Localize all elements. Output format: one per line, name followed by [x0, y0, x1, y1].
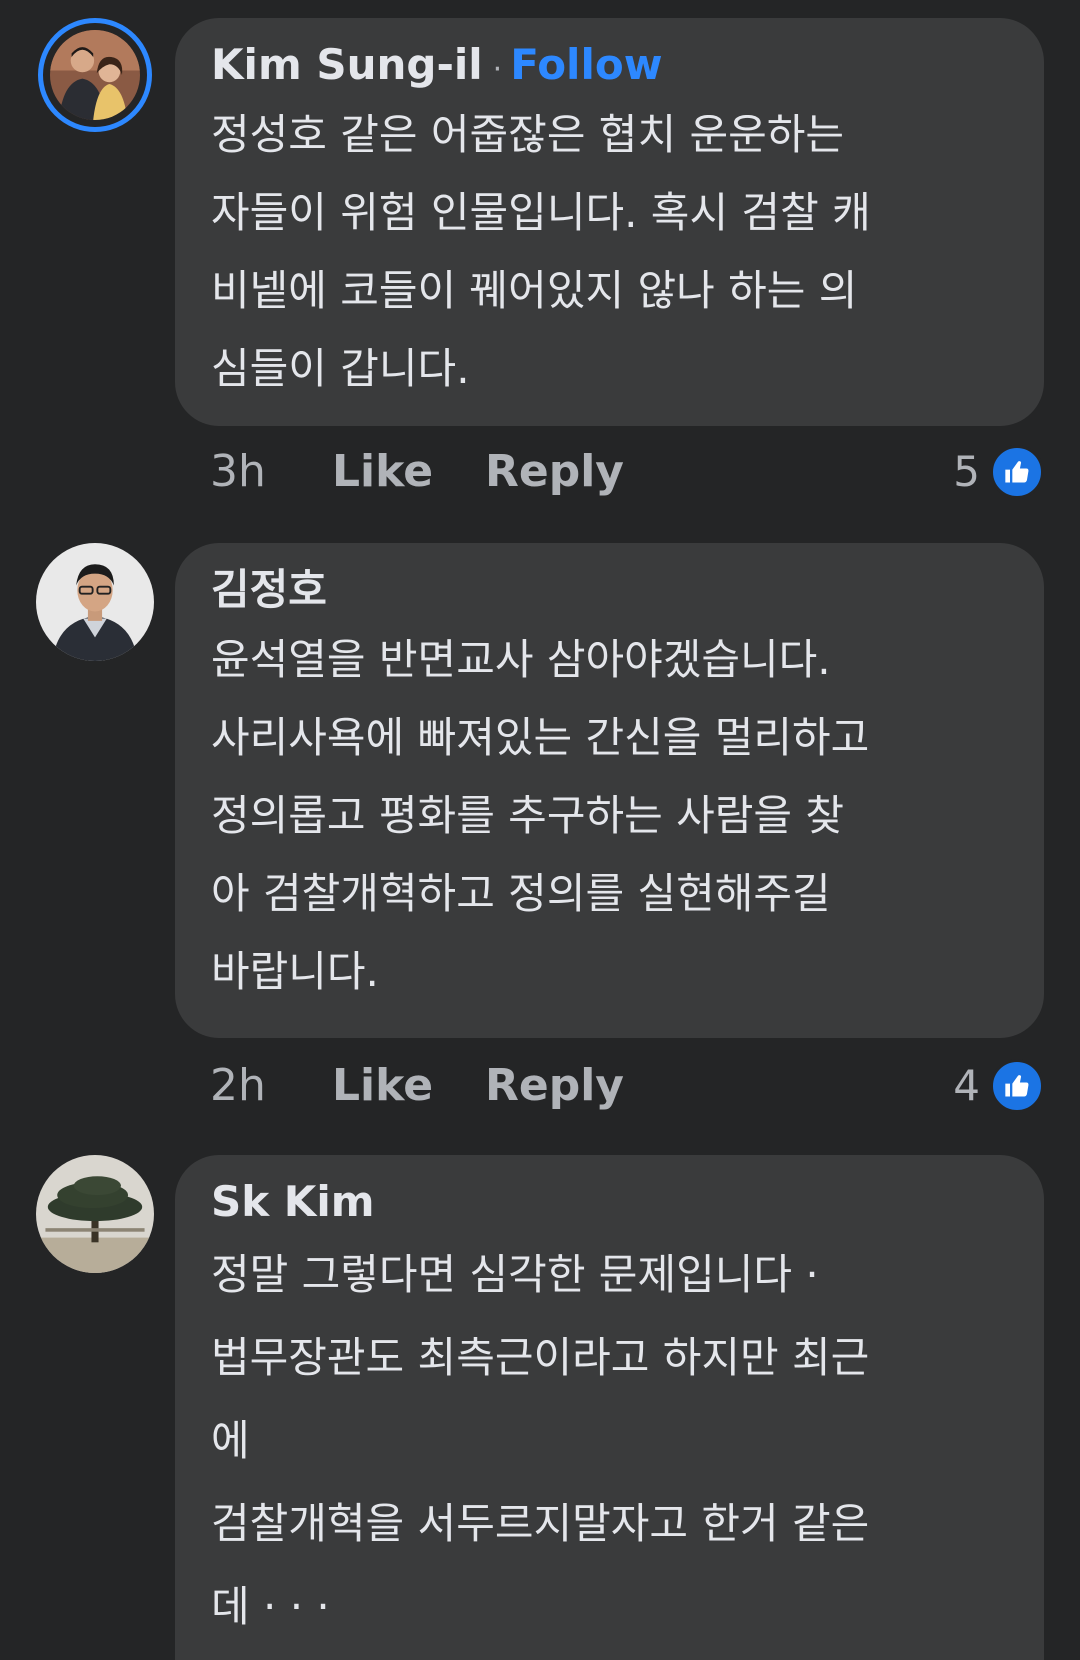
thumbs-up-icon — [990, 445, 1044, 499]
comment-bubble: Kim Sung-il · Follow 정성호 같은 어줍잖은 협치 운운하는 자… — [175, 18, 1044, 426]
author-line: 김정호 — [211, 559, 1008, 621]
reaction-summary[interactable]: 5 — [953, 442, 1044, 502]
reply-button[interactable]: Reply — [485, 442, 624, 502]
comment-text: 윤석열을 반면교사 삼아야겠습니다. 사리사욕에 빠져있는 간신을 멀리하고 정… — [211, 621, 1008, 1011]
comment-text-line: 정의롭고 평화를 추구하는 사람을 찾 — [211, 791, 845, 840]
comment-text-line: 정말 그렇다면 심각한 문제입니다 · — [211, 1250, 819, 1299]
comment-text-line: 자들이 위험 인물입니다. 혹시 검찰 캐 — [211, 188, 871, 237]
like-button[interactable]: Like — [332, 442, 433, 502]
author-line: Kim Sung-il · Follow — [211, 34, 1008, 96]
comment-text-line: 아 검찰개혁하고 정의를 실현해주길 — [211, 869, 831, 918]
follow-button[interactable]: Follow — [510, 40, 662, 89]
comment-text-line: 데 · · · — [211, 1582, 330, 1631]
comment-text-line: 윤석열을 반면교사 삼아야겠습니다. — [211, 635, 831, 684]
comment-actions: 2h Like Reply 4 — [210, 1056, 1044, 1116]
author-line: Sk Kim — [211, 1171, 1008, 1233]
reaction-count: 4 — [953, 1061, 980, 1110]
comment-text-line: 사리사욕에 빠져있는 간신을 멀리하고 — [211, 713, 870, 762]
comment-text-line: 심들이 갑니다. — [211, 344, 470, 393]
comment-text-line: 비넽에 코들이 꿰어있지 않나 하는 의 — [211, 266, 858, 315]
reply-button[interactable]: Reply — [485, 1056, 624, 1116]
like-button[interactable]: Like — [332, 1056, 433, 1116]
comment-text-line: 바랍니다. — [211, 947, 379, 996]
comment-text-line: 정성호 같은 어줍잖은 협치 운운하는 — [211, 110, 845, 159]
comment-text-line: 검찰개혁을 서두르지말자고 한거 같은 — [211, 1499, 870, 1548]
avatar-photo-icon — [36, 1155, 154, 1273]
comment-bubble: Sk Kim 정말 그렇다면 심각한 문제입니다 · 법무장관도 최측근이라고 … — [175, 1155, 1044, 1660]
comment-bubble: 김정호 윤석열을 반면교사 삼아야겠습니다. 사리사욕에 빠져있는 간신을 멀리… — [175, 543, 1044, 1038]
timestamp[interactable]: 2h — [210, 1056, 266, 1116]
comment-text: 정성호 같은 어줍잖은 협치 운운하는 자들이 위험 인물입니다. 혹시 검찰 … — [211, 96, 1008, 408]
avatar[interactable] — [36, 1155, 154, 1273]
reaction-count: 5 — [953, 447, 980, 496]
timestamp[interactable]: 3h — [210, 442, 266, 502]
comment-text-line: 법무장관도 최측근이라고 하지만 최근 — [211, 1333, 870, 1382]
avatar[interactable] — [36, 543, 154, 661]
thumbs-up-icon — [990, 1059, 1044, 1113]
author-name[interactable]: Sk Kim — [211, 1177, 375, 1226]
comment-actions: 3h Like Reply 5 — [210, 442, 1044, 502]
author-name[interactable]: 김정호 — [211, 565, 327, 614]
comment-text-line: 에 — [211, 1416, 250, 1465]
avatar[interactable] — [38, 18, 152, 132]
separator-dot: · — [492, 52, 503, 87]
avatar-photo-icon — [50, 30, 140, 120]
comment-text: 정말 그렇다면 심각한 문제입니다 · 법무장관도 최측근이라고 하지만 최근 … — [211, 1233, 1008, 1648]
reaction-summary[interactable]: 4 — [953, 1056, 1044, 1116]
author-name[interactable]: Kim Sung-il — [211, 40, 483, 89]
avatar-photo-icon — [36, 543, 154, 661]
